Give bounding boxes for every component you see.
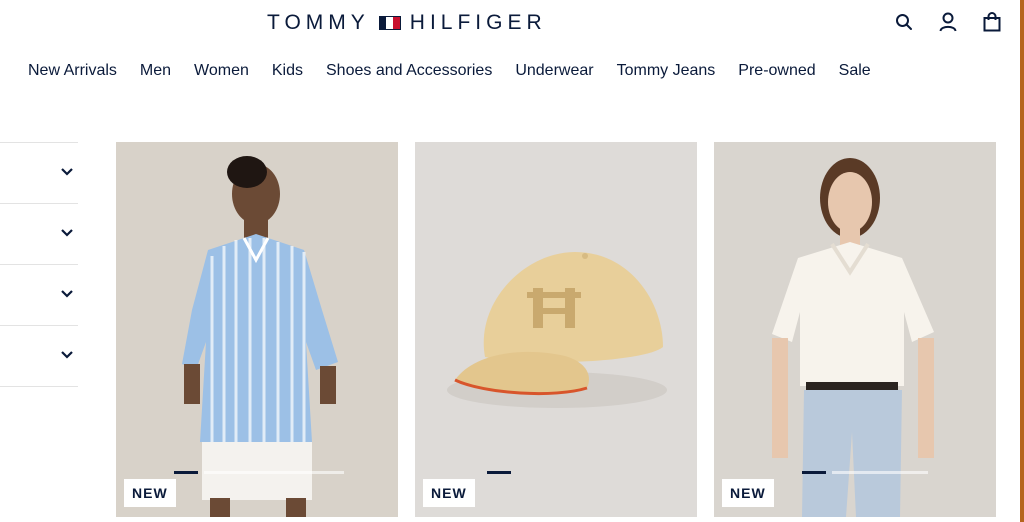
page-edge-strip <box>1020 0 1024 522</box>
flag-icon <box>378 16 401 30</box>
chevron-down-icon <box>61 290 73 298</box>
new-badge: NEW <box>423 479 475 507</box>
chevron-down-icon <box>61 351 73 359</box>
nav-new-arrivals[interactable]: New Arrivals <box>28 62 117 80</box>
account-icon[interactable] <box>937 11 959 33</box>
nav-shoes-accessories[interactable]: Shoes and Accessories <box>326 62 492 80</box>
brand-name-part1: TOMMY <box>267 11 370 34</box>
product-card[interactable]: NEW <box>415 142 697 517</box>
nav-tommy-jeans[interactable]: Tommy Jeans <box>617 62 716 80</box>
filter-toggle-1[interactable] <box>0 142 78 203</box>
search-icon[interactable] <box>893 11 915 33</box>
filter-sidebar <box>0 142 78 387</box>
nav-women[interactable]: Women <box>194 62 249 80</box>
brand-name-part2: HILFIGER <box>409 11 547 34</box>
product-image <box>772 158 934 517</box>
product-card[interactable]: NEW <box>714 142 996 517</box>
nav-underwear[interactable]: Underwear <box>515 62 593 80</box>
product-card[interactable]: NEW <box>116 142 398 517</box>
filter-toggle-2[interactable] <box>0 203 78 264</box>
site-header: TOMMY HILFIGER New Arrivals Men Women Ki… <box>0 0 1020 110</box>
carousel-indicator <box>714 471 996 475</box>
nav-kids[interactable]: Kids <box>272 62 303 80</box>
brand-logo[interactable]: TOMMY HILFIGER <box>267 8 547 38</box>
main-nav: New Arrivals Men Women Kids Shoes and Ac… <box>28 62 894 80</box>
product-image <box>447 252 667 408</box>
nav-men[interactable]: Men <box>140 62 171 80</box>
nav-pre-owned[interactable]: Pre-owned <box>738 62 815 80</box>
nav-sale[interactable]: Sale <box>839 62 871 80</box>
filter-toggle-3[interactable] <box>0 264 78 325</box>
bag-icon[interactable] <box>981 11 1003 33</box>
product-image <box>182 156 338 517</box>
new-badge: NEW <box>124 479 176 507</box>
filter-toggle-4[interactable] <box>0 325 78 387</box>
header-actions <box>893 11 1003 33</box>
carousel-indicator <box>415 471 697 475</box>
chevron-down-icon <box>61 168 73 176</box>
new-badge: NEW <box>722 479 774 507</box>
carousel-indicator <box>116 471 398 475</box>
chevron-down-icon <box>61 229 73 237</box>
